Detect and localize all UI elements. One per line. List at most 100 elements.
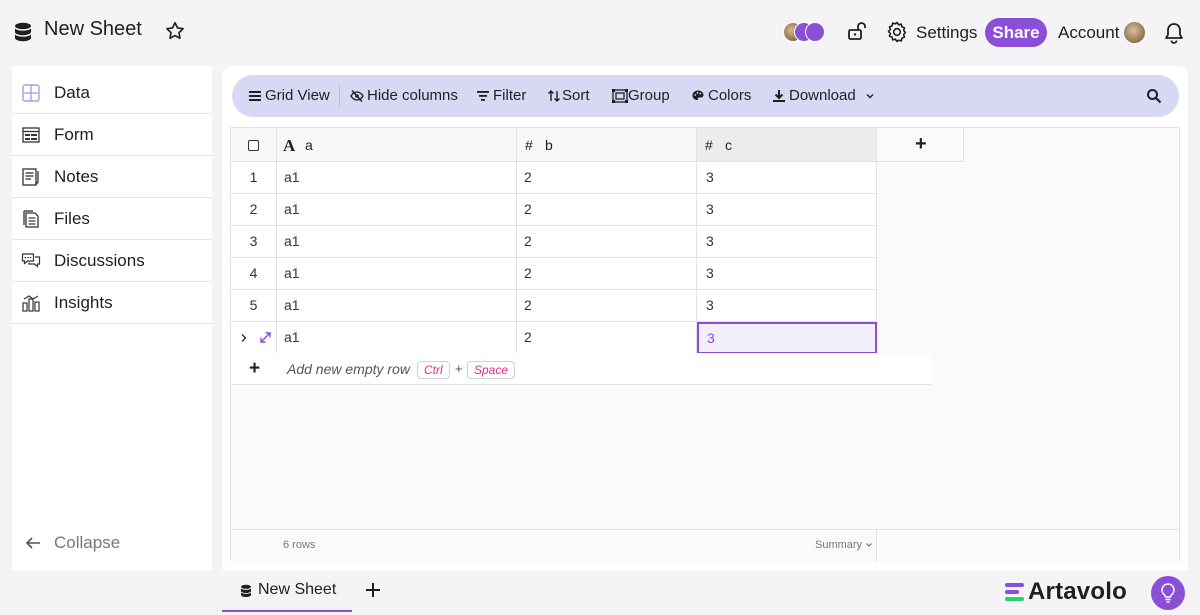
collapse-button[interactable]: Collapse [24, 532, 204, 556]
shortcut-plus: + [455, 361, 463, 376]
cell-b[interactable]: 2 [517, 322, 697, 354]
column-name: a [305, 137, 313, 153]
row-number: 1 [231, 162, 277, 194]
plus-icon: + [915, 133, 927, 155]
search-icon[interactable] [1146, 88, 1162, 104]
cell-a[interactable]: a1 [277, 226, 517, 258]
brand-logo: Artavolo [1004, 578, 1140, 608]
sidebar-item-label: Notes [54, 167, 99, 186]
add-sheet-icon[interactable] [364, 581, 382, 599]
tips-button[interactable] [1151, 576, 1185, 610]
cell-b[interactable]: 2 [517, 258, 697, 290]
expand-icon[interactable] [259, 331, 272, 344]
cell-a[interactable]: a1 [277, 194, 517, 226]
add-row-label: Add new empty row [287, 361, 410, 377]
sidebar-item-label: Form [54, 125, 94, 144]
sort-label: Sort [562, 87, 590, 104]
select-all-header [231, 128, 277, 162]
row-controls [231, 322, 277, 354]
table-row[interactable]: 3 a1 2 3 [231, 226, 877, 258]
group-label: Group [628, 87, 670, 104]
table-row[interactable]: 2 a1 2 3 [231, 194, 877, 226]
sidebar-item-insights[interactable]: Insights [12, 282, 212, 324]
grid-view-button[interactable]: Grid View [248, 75, 330, 117]
colors-label: Colors [708, 87, 752, 104]
group-icon [612, 89, 628, 103]
cell-c[interactable]: 3 [697, 258, 877, 290]
cell-a[interactable]: a1 [277, 322, 517, 354]
chat-icon [21, 253, 41, 268]
star-icon[interactable] [164, 20, 186, 42]
select-all-checkbox[interactable] [248, 140, 259, 151]
cell-b[interactable]: 2 [517, 194, 697, 226]
chevron-right-icon[interactable] [239, 333, 248, 343]
unlock-icon[interactable] [846, 20, 868, 42]
row-number: 5 [231, 290, 277, 322]
gear-icon[interactable] [885, 20, 909, 44]
sidebar-item-discussions[interactable]: Discussions [12, 240, 212, 282]
collapse-label: Collapse [54, 533, 121, 552]
add-column-button[interactable]: + [877, 128, 964, 162]
hide-columns-label: Hide columns [367, 87, 458, 104]
sidebar-item-form[interactable]: Form [12, 114, 212, 156]
main-panel: Grid View Hide columns Filter Sort Group… [222, 66, 1188, 570]
cell-a[interactable]: a1 [277, 290, 517, 322]
download-button[interactable]: Download [772, 75, 878, 117]
cell-a[interactable]: a1 [277, 258, 517, 290]
insights-icon [22, 295, 40, 312]
table-row[interactable]: 1 a1 2 3 [231, 162, 877, 194]
table-row[interactable]: a1 2 3 [231, 322, 877, 354]
table-row[interactable]: 4 a1 2 3 [231, 258, 877, 290]
collaborator-avatars[interactable] [783, 22, 829, 44]
sort-button[interactable]: Sort [547, 75, 593, 117]
cell-c[interactable]: 3 [697, 162, 877, 194]
toolbar: Grid View Hide columns Filter Sort Group… [232, 75, 1179, 117]
avatar[interactable] [1124, 22, 1145, 43]
cell-b[interactable]: 2 [517, 162, 697, 194]
hide-columns-button[interactable]: Hide columns [350, 75, 458, 117]
avatar [805, 22, 825, 42]
chevron-down-icon [866, 94, 874, 99]
settings-button[interactable]: Settings [916, 23, 977, 43]
cell-a[interactable]: a1 [277, 162, 517, 194]
column-name: b [545, 137, 553, 153]
sheet-tab[interactable]: New Sheet [222, 570, 352, 612]
bell-icon[interactable] [1163, 21, 1185, 45]
artavolo-logo-icon [1005, 583, 1024, 601]
summary-dropdown[interactable]: Summary [791, 530, 877, 562]
sidebar-item-label: Files [54, 209, 90, 228]
sheet-title[interactable]: New Sheet [44, 18, 142, 41]
cell-b[interactable]: 2 [517, 226, 697, 258]
download-label: Download [789, 87, 856, 104]
toolbar-divider [339, 85, 340, 107]
cell-b[interactable]: 2 [517, 290, 697, 322]
sidebar: Data Form Notes Files Discussions Insigh… [12, 66, 212, 570]
chevron-down-icon [866, 543, 872, 547]
cell-c-selected[interactable]: 3 [697, 322, 877, 354]
sort-icon [548, 90, 560, 102]
add-row-bar[interactable]: + Add new empty row Ctrl + Space [231, 353, 931, 385]
number-type-icon: # [525, 137, 533, 153]
sidebar-item-data[interactable]: Data [12, 72, 212, 114]
table-row[interactable]: 5 a1 2 3 [231, 290, 877, 322]
column-header-c[interactable]: # c [697, 128, 877, 162]
account-button[interactable]: Account [1058, 23, 1119, 43]
cell-c[interactable]: 3 [697, 226, 877, 258]
download-icon [773, 90, 785, 102]
sidebar-item-notes[interactable]: Notes [12, 156, 212, 198]
form-icon [22, 127, 40, 143]
filter-button[interactable]: Filter [476, 75, 528, 117]
share-button[interactable]: Share [985, 18, 1047, 47]
grid-icon [22, 84, 40, 102]
column-header-a[interactable]: A a [277, 128, 517, 162]
cell-c[interactable]: 3 [697, 194, 877, 226]
database-icon [15, 22, 31, 42]
column-header-b[interactable]: # b [517, 128, 697, 162]
colors-button[interactable]: Colors [691, 75, 753, 117]
brand-name: Artavolo [1028, 578, 1127, 605]
sidebar-item-files[interactable]: Files [12, 198, 212, 240]
cell-c[interactable]: 3 [697, 290, 877, 322]
group-button[interactable]: Group [612, 75, 670, 117]
row-number: 2 [231, 194, 277, 226]
arrow-left-icon [25, 537, 40, 549]
